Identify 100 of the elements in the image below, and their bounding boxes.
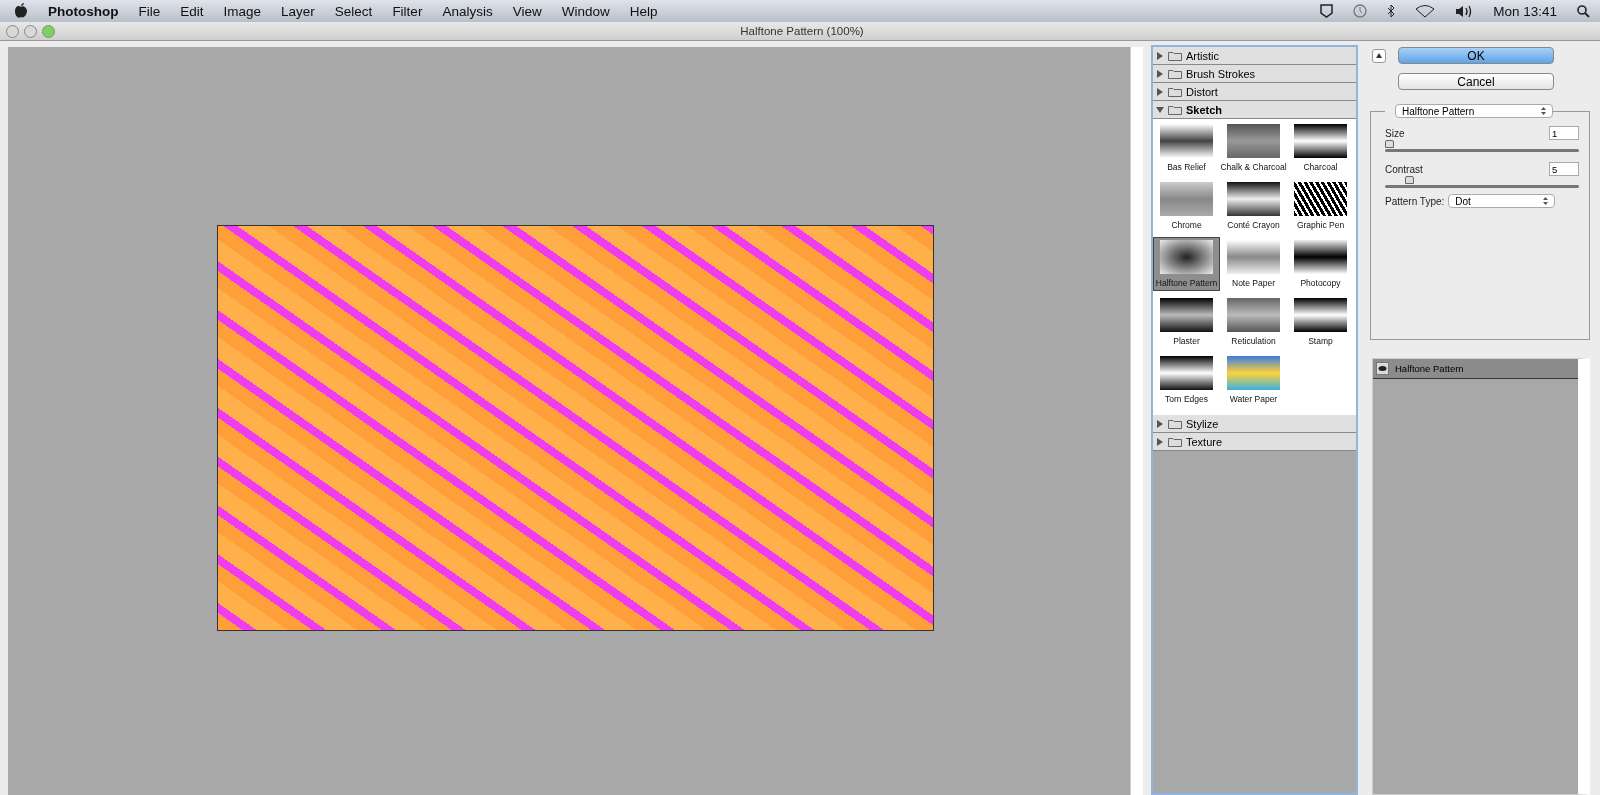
folder-icon (1168, 418, 1182, 429)
bluetooth-icon[interactable] (1387, 4, 1396, 18)
filter-thumbnail (1160, 298, 1213, 332)
up-triangle-icon (1376, 53, 1382, 58)
slider-label: Size (1385, 127, 1405, 139)
zoom-button[interactable] (42, 24, 55, 38)
search-icon[interactable] (1577, 4, 1590, 18)
thumbnail-tile[interactable]: Reticulation (1220, 295, 1287, 349)
filter-category[interactable]: Stylize (1153, 415, 1356, 433)
menu-item[interactable]: Edit (180, 3, 204, 19)
filter-category[interactable]: Brush Strokes (1153, 65, 1356, 83)
menu-item[interactable]: Window (561, 3, 610, 19)
category-label: Stylize (1186, 417, 1219, 430)
filter-label: Photocopy (1300, 278, 1341, 288)
slider-thumb[interactable] (1405, 176, 1415, 184)
pattern-type-select[interactable]: Dot (1448, 194, 1556, 208)
filter-label: Water Paper (1229, 394, 1278, 404)
filter-thumbnail (1227, 240, 1280, 274)
folder-icon (1168, 50, 1182, 61)
filter-thumbnail (1227, 356, 1280, 390)
filter-label: Reticulation (1231, 336, 1276, 346)
menu-item[interactable]: Filter (392, 3, 423, 19)
clock-icon[interactable] (1353, 4, 1368, 18)
thumbnail-tile[interactable]: Plaster (1153, 295, 1220, 349)
menu-clock[interactable]: Mon 13:41 (1493, 3, 1557, 19)
collapse-button[interactable] (1372, 48, 1386, 63)
thumbnail-tile[interactable]: Bas Relief (1153, 121, 1220, 175)
eye-icon[interactable] (1376, 362, 1389, 375)
filter-category[interactable]: Distort (1153, 83, 1356, 101)
filter-thumbnail (1294, 182, 1347, 216)
filter-thumbnail (1227, 124, 1280, 158)
speaker-icon[interactable] (1455, 4, 1474, 18)
filter-category[interactable]: Artistic (1153, 47, 1356, 65)
menu-item[interactable]: Analysis (442, 3, 493, 19)
cancel-button[interactable]: Cancel (1398, 73, 1554, 90)
apple-icon[interactable] (14, 3, 28, 19)
filter-thumbnail (1227, 298, 1280, 332)
category-label: Artistic (1186, 49, 1219, 62)
window-title: Halftone Pattern (100%) (740, 25, 865, 37)
thumbnail-tile[interactable]: Stamp (1287, 295, 1354, 349)
filter-thumbnail (1160, 240, 1213, 274)
effect-layer[interactable]: Halftone Pattern (1373, 359, 1578, 379)
thumbnail-tile[interactable]: Chrome (1153, 179, 1220, 233)
thumbnail-tile[interactable]: Graphic Pen (1287, 179, 1354, 233)
thumbnail-tile[interactable]: Note Paper (1220, 237, 1287, 291)
filter-label: Halftone Pattern (1155, 278, 1218, 288)
filter-label: Graphic Pen (1296, 220, 1345, 230)
ok-button[interactable]: OK (1398, 47, 1554, 64)
filter-category[interactable]: Texture (1153, 433, 1356, 451)
thumbnail-tile[interactable]: Charcoal (1287, 121, 1354, 175)
select-label: Pattern Type: (1385, 195, 1445, 207)
filter-thumbnail (1227, 182, 1280, 216)
filter-thumbnail (1160, 124, 1213, 158)
menu-item[interactable]: File (138, 3, 161, 19)
slider-label: Contrast (1385, 163, 1423, 175)
filter-thumbnail (1160, 182, 1213, 216)
scrollbar[interactable] (1130, 47, 1143, 795)
layer-label: Halftone Pattern (1395, 363, 1464, 374)
folder-icon (1168, 68, 1182, 79)
thumbnail-tile[interactable]: Water Paper (1220, 353, 1287, 407)
value-field[interactable]: 1 (1549, 126, 1579, 140)
thumbnail-tile[interactable]: Conté Crayon (1220, 179, 1287, 233)
filter-select[interactable]: Halftone Pattern (1395, 104, 1553, 118)
filter-label: Chrome (1171, 220, 1202, 230)
slider-thumb[interactable] (1385, 140, 1394, 148)
minimize-button[interactable] (24, 24, 37, 38)
filter-label: Bas Relief (1167, 162, 1206, 172)
close-button[interactable] (6, 24, 19, 38)
menu-item[interactable]: Image (223, 3, 262, 19)
menu-item[interactable]: Help (629, 3, 658, 19)
thumbnail-tile[interactable]: Halftone Pattern (1153, 237, 1220, 291)
folder-icon (1168, 86, 1182, 97)
filter-thumbnail (1160, 356, 1213, 390)
filter-category[interactable]: Sketch (1153, 101, 1356, 119)
category-label: Distort (1186, 85, 1218, 98)
category-label: Texture (1186, 435, 1223, 448)
category-label: Brush Strokes (1186, 67, 1256, 80)
menu-item[interactable]: Layer (281, 3, 315, 19)
filter-label: Note Paper (1232, 278, 1275, 288)
filter-thumbnail (1294, 298, 1347, 332)
filter-label: Plaster (1173, 336, 1200, 346)
value-field[interactable]: 5 (1549, 162, 1579, 176)
filter-label: Conté Crayon (1227, 220, 1280, 230)
category-label: Sketch (1186, 103, 1223, 116)
filter-label: Charcoal (1303, 162, 1338, 172)
wifi-icon[interactable] (1415, 4, 1436, 18)
app-menu[interactable]: Photoshop (48, 3, 119, 19)
filter-label: Stamp (1308, 336, 1333, 346)
filter-thumbnail (1294, 240, 1347, 274)
updown-arrows-icon (1541, 107, 1546, 115)
updown-arrows-icon (1543, 197, 1549, 205)
thumbnail-tile[interactable]: Chalk & Charcoal (1220, 121, 1287, 175)
filter-thumbnail (1294, 124, 1347, 158)
filter-label: Torn Edges (1165, 394, 1208, 404)
shield-icon[interactable] (1320, 4, 1334, 18)
filter-label: Chalk & Charcoal (1220, 162, 1287, 172)
menu-item[interactable]: Select (334, 3, 373, 19)
thumbnail-tile[interactable]: Photocopy (1287, 237, 1354, 291)
thumbnail-tile[interactable]: Torn Edges (1153, 353, 1220, 407)
menu-item[interactable]: View (512, 3, 542, 19)
